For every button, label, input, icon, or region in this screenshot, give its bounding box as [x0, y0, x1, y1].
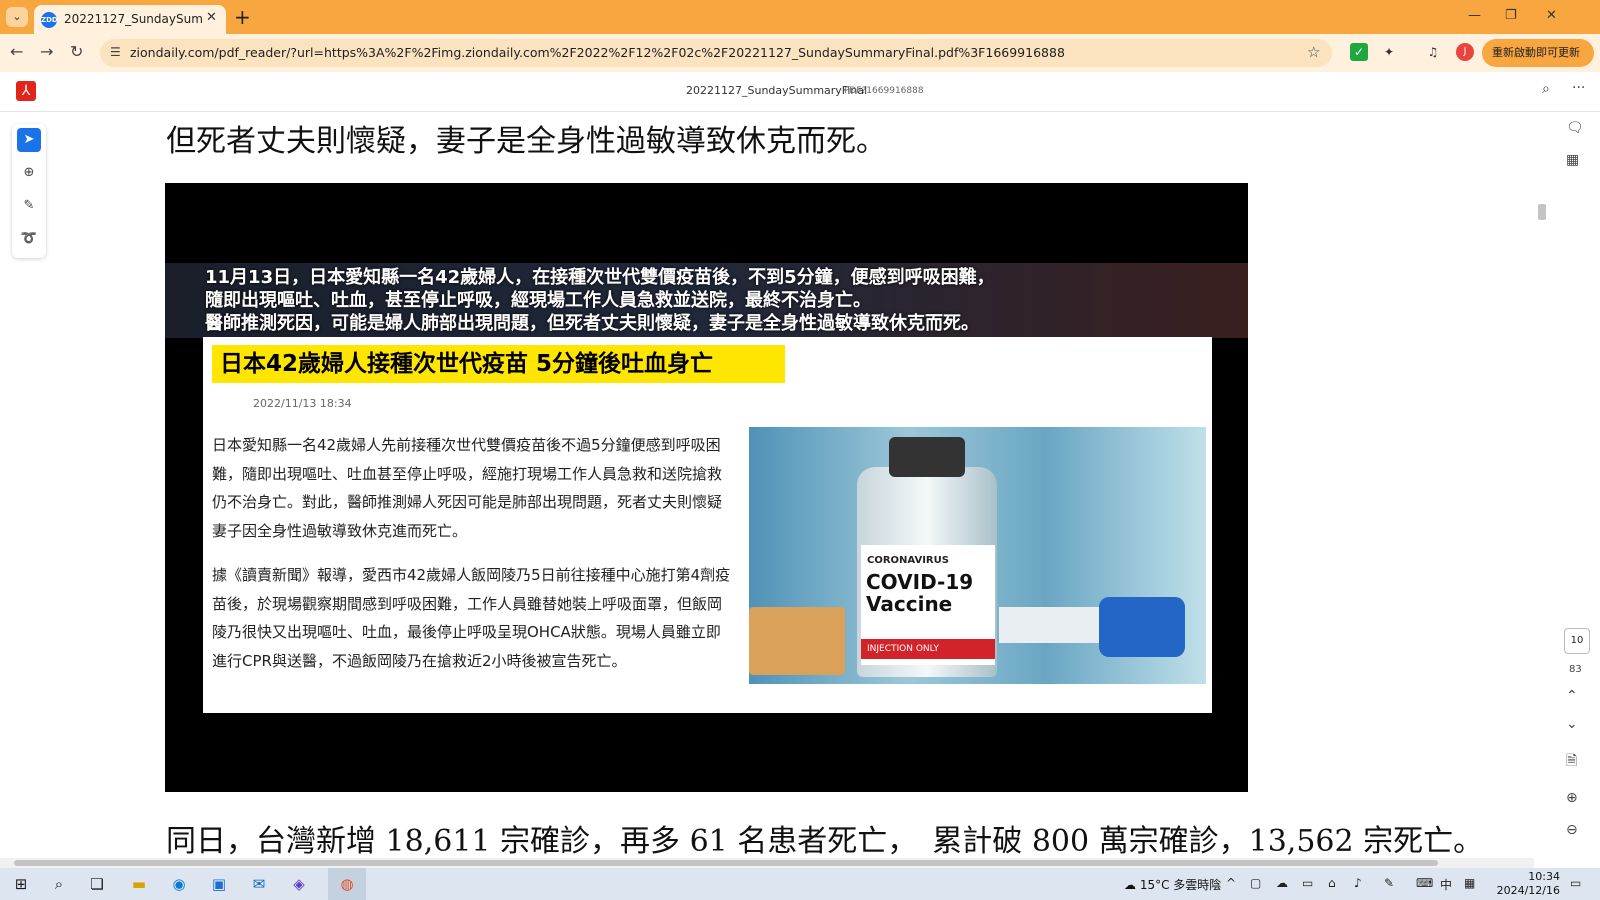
- clock-time: 10:34: [1528, 870, 1560, 883]
- pen-tray-icon[interactable]: ✎: [1384, 876, 1394, 890]
- window-close-icon[interactable]: ✕: [1546, 8, 1557, 23]
- browser-toolbar: ← → ↻ ☰ ziondaily.com/pdf_reader/?url=ht…: [0, 34, 1600, 87]
- scroll-thumb[interactable]: [1538, 204, 1546, 220]
- clock-date: 2024/12/16: [1496, 884, 1560, 897]
- back-icon[interactable]: ←: [10, 42, 23, 61]
- edge-browser-icon[interactable]: ◉: [168, 873, 190, 895]
- horizontal-scrollbar[interactable]: [0, 858, 1534, 868]
- zoom-tool-icon[interactable]: ⊕: [17, 161, 41, 185]
- page-text-line-bottom: 同日，台灣新增 18,611 宗確診，再多 61 名患者死亡， 累計破 800 …: [166, 824, 1484, 858]
- article-paragraph-1: 日本愛知縣一名42歲婦人先前接種次世代雙價疫苗後不過5分鐘便感到呼吸困難，隨即出…: [212, 436, 723, 540]
- onedrive-icon[interactable]: ☁: [1276, 876, 1288, 890]
- right-rail: 🗨 ▦ 10 83 ⌃ ⌄ 🗎 ⊕ ⊖: [1554, 112, 1600, 858]
- close-tab-icon[interactable]: ✕: [206, 10, 217, 25]
- amber-vial-shape: [749, 607, 845, 675]
- volume-icon[interactable]: ♪: [1354, 876, 1362, 890]
- chrome-icon[interactable]: ◍: [336, 873, 358, 895]
- page-info-icon[interactable]: 🗎: [1566, 750, 1577, 774]
- keyboard-icon[interactable]: ⌨: [1416, 876, 1433, 890]
- caption-band: 11月13日，日本愛知縣一名42歲婦人，在接種次世代雙價疫苗後，不到5分鐘，便感…: [165, 263, 1248, 338]
- outlook-icon[interactable]: ✉: [248, 873, 270, 895]
- tab-title: 20221127_SundaySummaryF: [64, 12, 204, 26]
- document-title: 20221127_SundaySummaryFinal: [686, 84, 868, 97]
- tray-overflow-icon[interactable]: ^: [1226, 876, 1236, 890]
- ime-mode-icon[interactable]: ▦: [1464, 876, 1475, 890]
- blue-cap-shape: [1099, 597, 1185, 657]
- pdf-page-view[interactable]: 但死者丈夫則懷疑，妻子是全身性過敏導致休克而死。 11月13日，日本愛知縣一名4…: [56, 112, 1548, 858]
- update-button[interactable]: 重新啟動即可更新 ⋮: [1482, 39, 1594, 87]
- meet-icon[interactable]: ▢: [1250, 876, 1261, 890]
- caption-line-3: 醫師推測死因，可能是婦人肺部出現問題，但死者丈夫則懷疑，妻子是全身性過敏導致休克…: [205, 313, 979, 334]
- network-icon[interactable]: ⌂: [1328, 876, 1336, 890]
- horizontal-scroll-thumb[interactable]: [14, 860, 1438, 866]
- article-date: 2022/11/13 18:34: [253, 397, 352, 410]
- taskbar: ⊞ ⌕ ❏ ▬ ◉ ▣ ✉ ◈ ◍ ☁ 15°C 多雲時陰 ^ ▢ ☁ ▭ ⌂ …: [0, 868, 1600, 900]
- comments-icon[interactable]: 🗨: [1566, 120, 1584, 136]
- address-bar[interactable]: ☰ ziondaily.com/pdf_reader/?url=https%3A…: [100, 39, 1332, 67]
- bookmark-star-icon[interactable]: ☆: [1307, 43, 1320, 61]
- weather-text: 15°C 多雲時陰: [1139, 878, 1222, 892]
- document-subtitle: PDF?1669916888: [844, 86, 924, 96]
- vial-label-small: CORONAVIRUS: [867, 555, 949, 566]
- vial-cap-shape: [889, 437, 965, 477]
- embedded-figure: 11月13日，日本愛知縣一名42歲婦人，在接種次世代雙價疫苗後，不到5分鐘，便感…: [165, 183, 1248, 792]
- annotation-toolbar: ➤ ⊕ ✎ ➰: [12, 124, 46, 258]
- reload-icon[interactable]: ↻: [70, 42, 83, 61]
- extension-check-icon[interactable]: ✓: [1350, 43, 1368, 61]
- syringe-shape: [999, 607, 1109, 643]
- vial-label-vaccine: Vaccine: [866, 592, 953, 616]
- chevron-up-icon[interactable]: ⌃: [1566, 688, 1578, 704]
- start-windows-icon[interactable]: ⊞: [10, 873, 32, 895]
- vial-label-injection: INJECTION ONLY: [861, 639, 995, 659]
- url-text[interactable]: ziondaily.com/pdf_reader/?url=https%3A%2…: [130, 45, 1065, 60]
- extensions-puzzle-icon[interactable]: ✦: [1380, 43, 1398, 61]
- vial-label: CORONAVIRUS COVID-19 Vaccine INJECTION O…: [861, 545, 995, 665]
- update-label: 重新啟動即可更新: [1492, 46, 1580, 59]
- article-headline: 日本42歲婦人接種次世代疫苗 5分鐘後吐血身亡: [212, 345, 785, 383]
- weather-widget[interactable]: ☁ 15°C 多雲時陰: [1124, 876, 1221, 893]
- vertical-scrollbar[interactable]: [1534, 112, 1548, 858]
- search-icon[interactable]: ⌕: [1542, 81, 1550, 97]
- media-control-icon[interactable]: ♫: [1424, 43, 1442, 61]
- search-taskbar-icon[interactable]: ⌕: [48, 873, 70, 895]
- site-info-icon[interactable]: ☰: [110, 45, 121, 59]
- browser-tab[interactable]: ZDD 20221127_SundaySummaryF ✕: [34, 5, 226, 34]
- pdf-app-logo-icon: ⅄: [16, 81, 36, 101]
- thumbnails-grid-icon[interactable]: ▦: [1566, 152, 1579, 168]
- ime-indicator[interactable]: 中: [1440, 876, 1452, 893]
- zoom-in-icon[interactable]: ⊕: [1566, 790, 1578, 806]
- task-view-icon[interactable]: ❏: [86, 873, 108, 895]
- site-favicon-icon: ZDD: [41, 12, 58, 28]
- pen-tool-icon[interactable]: ✎: [17, 194, 41, 218]
- clock[interactable]: 10:34 2024/12/16: [1494, 870, 1560, 898]
- more-options-icon[interactable]: ···: [1572, 80, 1585, 96]
- chevron-down-icon[interactable]: ⌄: [1566, 716, 1578, 732]
- pdf-header: ⅄ 20221127_SundaySummaryFinal PDF?166991…: [0, 72, 1600, 112]
- restore-icon[interactable]: ❐: [1505, 8, 1517, 23]
- page-text-line: 但死者丈夫則懷疑，妻子是全身性過敏導致休克而死。: [166, 124, 886, 159]
- minimize-icon[interactable]: —: [1468, 8, 1481, 23]
- tab-strip: ⌄ ZDD 20221127_SundaySummaryF ✕ + — ❐ ✕: [0, 0, 1600, 34]
- vial-label-covid: COVID-19: [866, 570, 974, 594]
- vaccine-photo: CORONAVIRUS COVID-19 Vaccine INJECTION O…: [749, 427, 1206, 684]
- file-explorer-icon[interactable]: ▬: [128, 873, 150, 895]
- news-article-screenshot: 日本42歲婦人接種次世代疫苗 5分鐘後吐血身亡 2022/11/13 18:34…: [203, 337, 1212, 713]
- lasso-tool-icon[interactable]: ➰: [17, 227, 41, 251]
- copilot-icon[interactable]: ◈: [288, 873, 310, 895]
- forward-icon[interactable]: →: [40, 42, 53, 61]
- profile-avatar[interactable]: J: [1456, 43, 1474, 61]
- select-cursor-icon[interactable]: ➤: [17, 128, 41, 152]
- notifications-icon[interactable]: ▭: [1570, 876, 1581, 890]
- current-page-input[interactable]: 10: [1564, 628, 1590, 654]
- article-paragraph-2: 據《讀賣新聞》報導，愛西市42歲婦人飯岡陵乃5日前往接種中心施打第4劑疫苗後，於…: [212, 566, 731, 670]
- zoom-out-icon[interactable]: ⊖: [1566, 822, 1578, 838]
- battery-icon[interactable]: ▭: [1302, 876, 1313, 890]
- total-pages: 83: [1569, 664, 1582, 675]
- tab-search-button[interactable]: ⌄: [6, 7, 28, 27]
- store-icon[interactable]: ▣: [208, 873, 230, 895]
- new-tab-button[interactable]: +: [234, 5, 251, 29]
